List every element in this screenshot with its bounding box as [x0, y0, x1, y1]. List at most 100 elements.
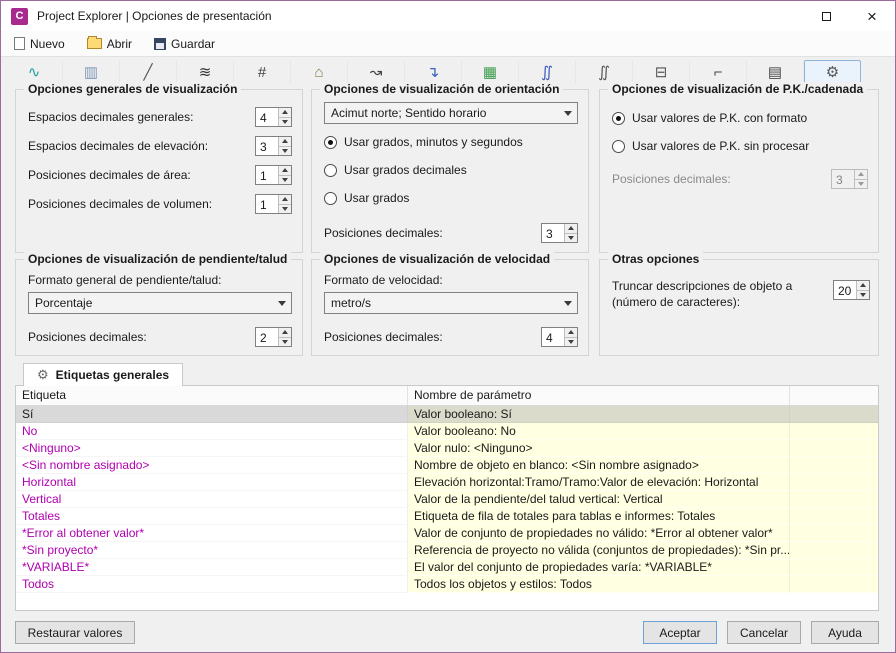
settings-tab[interactable]: ⚙	[804, 60, 861, 84]
table-row[interactable]: No Valor booleano: No	[16, 423, 878, 440]
table-row[interactable]: Vertical Valor de la pendiente/del talud …	[16, 491, 878, 508]
table-row[interactable]: <Sin nombre asignado> Nombre de objeto en…	[16, 457, 878, 474]
maximize-button[interactable]	[803, 1, 849, 31]
etiqueta-cell[interactable]: <Sin nombre asignado>	[16, 457, 408, 474]
radio-grados[interactable]: Usar grados	[324, 190, 409, 206]
spin-down-button[interactable]	[279, 146, 291, 155]
pressure-networks-tab[interactable]: ▦	[462, 60, 519, 84]
reports-tab[interactable]: ▤	[747, 60, 804, 84]
survey-tab[interactable]: ⊟	[633, 60, 690, 84]
table-row[interactable]: *Sin proyecto* Referencia de proyecto no …	[16, 542, 878, 559]
spin-up-button[interactable]	[857, 281, 869, 291]
spin-down-button[interactable]	[279, 175, 291, 184]
etiqueta-cell[interactable]: Todos	[16, 576, 408, 593]
labels-tab[interactable]: ∬	[519, 60, 576, 84]
field-label: Formato de velocidad:	[324, 273, 443, 287]
spin-up-button[interactable]	[279, 137, 291, 147]
chevron-down-icon[interactable]	[559, 300, 577, 306]
grading-tab[interactable]: ⌂	[291, 60, 348, 84]
radio-pk-sin-procesar[interactable]: Usar valores de P.K. sin procesar	[612, 138, 809, 154]
etiqueta-cell[interactable]: No	[16, 423, 408, 440]
spin-down-button[interactable]	[857, 290, 869, 299]
chevron-down-icon[interactable]	[273, 300, 291, 306]
elevation-decimals-spinner[interactable]: 3	[255, 136, 292, 156]
etiqueta-cell[interactable]: *VARIABLE*	[16, 559, 408, 576]
arrow-up-icon	[282, 330, 288, 335]
corridors-icon: ≋	[198, 64, 212, 81]
corridors-tab[interactable]: ≋	[177, 60, 234, 84]
etiqueta-cell[interactable]: Totales	[16, 508, 408, 525]
spin-up-button[interactable]	[279, 328, 291, 338]
slope-decimals-spinner[interactable]: 2	[255, 327, 292, 347]
spinner-value[interactable]: 3	[256, 137, 278, 155]
radio-pk-con-formato[interactable]: Usar valores de P.K. con formato	[612, 110, 807, 126]
table-row[interactable]: Sí Valor booleano: Sí	[16, 406, 878, 423]
etiqueta-cell[interactable]: Horizontal	[16, 474, 408, 491]
open-button[interactable]: Abrir	[84, 35, 135, 53]
spinner-value[interactable]: 1	[256, 166, 278, 184]
pipe-networks-tab[interactable]: ↴	[405, 60, 462, 84]
window-controls: ×	[803, 1, 895, 31]
spin-down-button[interactable]	[279, 117, 291, 126]
table-row[interactable]: Totales Etiqueta de fila de totales para …	[16, 508, 878, 525]
spinner-value[interactable]: 2	[256, 328, 278, 346]
alignments-tab[interactable]: ∿	[6, 60, 63, 84]
radio-grados-decimales[interactable]: Usar grados decimales	[324, 162, 467, 178]
column-header-parametro[interactable]: Nombre de parámetro	[408, 386, 790, 405]
slope-format-dropdown[interactable]: Porcentaje	[28, 292, 292, 314]
restore-values-button[interactable]: Restaurar valores	[15, 621, 135, 644]
spin-up-button[interactable]	[565, 328, 577, 338]
volume-decimals-spinner[interactable]: 1	[255, 194, 292, 214]
feature-lines-tab[interactable]: ↝	[348, 60, 405, 84]
wrench-icon: ⚙	[37, 367, 49, 382]
radio-grados-minutos-segundos[interactable]: Usar grados, minutos y segundos	[324, 134, 523, 150]
spin-up-button[interactable]	[565, 224, 577, 234]
table-row[interactable]: Todos Todos los objetos y estilos: Todos	[16, 576, 878, 593]
save-button[interactable]: Guardar	[151, 35, 218, 53]
spin-down-button[interactable]	[565, 337, 577, 346]
table-row[interactable]: *Error al obtener valor* Valor de conjunt…	[16, 525, 878, 542]
spin-down-button[interactable]	[279, 337, 291, 346]
spinner-value[interactable]: 4	[256, 108, 278, 126]
orientation-dropdown[interactable]: Acimut norte; Sentido horario	[324, 102, 578, 124]
table-row[interactable]: Horizontal Elevación horizontal:Tramo/Tra…	[16, 474, 878, 491]
etiqueta-cell[interactable]: Sí	[16, 406, 408, 423]
expressions-tab[interactable]: ∬	[576, 60, 633, 84]
accept-button[interactable]: Aceptar	[643, 621, 717, 644]
table-row[interactable]: *VARIABLE* El valor del conjunto de propi…	[16, 559, 878, 576]
column-header-etiqueta[interactable]: Etiqueta	[16, 386, 408, 405]
parcels-tab[interactable]: #	[234, 60, 291, 84]
speed-format-dropdown[interactable]: metro/s	[324, 292, 578, 314]
spinner-value[interactable]: 4	[542, 328, 564, 346]
general-decimals-spinner[interactable]: 4	[255, 107, 292, 127]
spin-down-button[interactable]	[279, 204, 291, 213]
spinner-value[interactable]: 1	[256, 195, 278, 213]
cancel-button[interactable]: Cancelar	[727, 621, 801, 644]
profiles-tab[interactable]: ╱	[120, 60, 177, 84]
tab-etiquetas-generales[interactable]: ⚙ Etiquetas generales	[23, 363, 184, 386]
etiqueta-cell[interactable]: *Error al obtener valor*	[16, 525, 408, 542]
help-button[interactable]: Ayuda	[811, 621, 879, 644]
profile-views-icon: ▥	[83, 64, 99, 81]
field-label: Posiciones decimales:	[612, 172, 731, 186]
profile-views-tab[interactable]: ▥	[63, 60, 120, 84]
spinner-value[interactable]: 3	[542, 224, 564, 242]
area-decimals-spinner[interactable]: 1	[255, 165, 292, 185]
close-button[interactable]: ×	[849, 1, 895, 31]
chevron-down-icon[interactable]	[559, 110, 577, 116]
spin-up-button[interactable]	[279, 195, 291, 205]
speed-decimals-spinner[interactable]: 4	[541, 327, 578, 347]
new-button[interactable]: Nuevo	[11, 35, 68, 53]
etiqueta-cell[interactable]: *Sin proyecto*	[16, 542, 408, 559]
arrow-down-icon	[860, 292, 866, 297]
spinner-value[interactable]: 20	[834, 281, 856, 299]
etiqueta-cell[interactable]: <Ninguno>	[16, 440, 408, 457]
spin-up-button[interactable]	[279, 166, 291, 176]
etiqueta-cell[interactable]: Vertical	[16, 491, 408, 508]
spin-up-button[interactable]	[279, 108, 291, 118]
orientation-decimals-spinner[interactable]: 3	[541, 223, 578, 243]
truncate-spinner[interactable]: 20	[833, 280, 870, 300]
spin-down-button[interactable]	[565, 233, 577, 242]
structures-tab[interactable]: ⌐	[690, 60, 747, 84]
table-row[interactable]: <Ninguno> Valor nulo: <Ninguno>	[16, 440, 878, 457]
